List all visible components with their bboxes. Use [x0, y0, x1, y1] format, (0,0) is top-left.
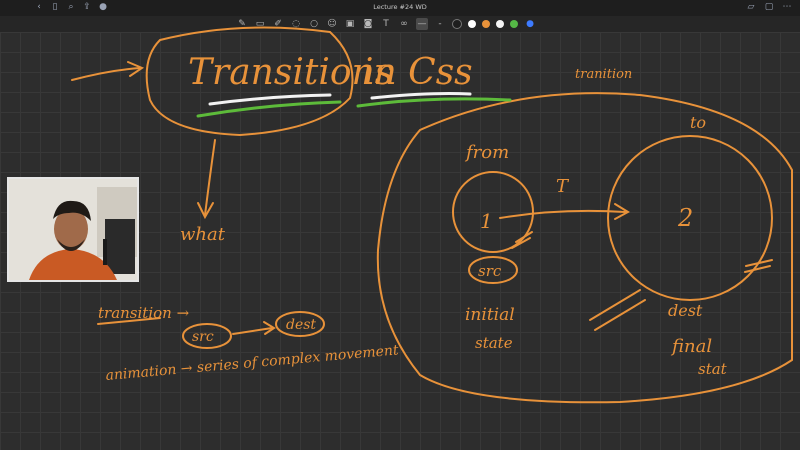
animation-note: animation → series of complex movement: [105, 342, 400, 384]
dest-label: dest: [668, 301, 703, 320]
t-label: T: [556, 176, 570, 197]
src-label: src: [478, 262, 502, 280]
stat-label: stat: [698, 360, 728, 378]
to-label: to: [690, 113, 706, 132]
state-outline: [376, 92, 793, 404]
presenter-video: [9, 179, 137, 280]
state-label: state: [475, 334, 513, 352]
intro-arrow: [71, 67, 141, 81]
what-label: what: [180, 224, 226, 245]
state-one: 1: [480, 209, 493, 233]
state-two: 2: [677, 204, 693, 232]
dest-note: dest: [286, 317, 316, 333]
webcam-overlay: [7, 177, 139, 282]
src-note: src: [192, 329, 214, 345]
heading-in-css: in Css: [362, 52, 473, 93]
final-label: final: [670, 336, 712, 357]
from-label: from: [464, 142, 509, 163]
initial-label: initial: [465, 305, 515, 325]
top-right-note: tranition: [575, 67, 632, 82]
transition-note: transition →: [98, 304, 190, 322]
